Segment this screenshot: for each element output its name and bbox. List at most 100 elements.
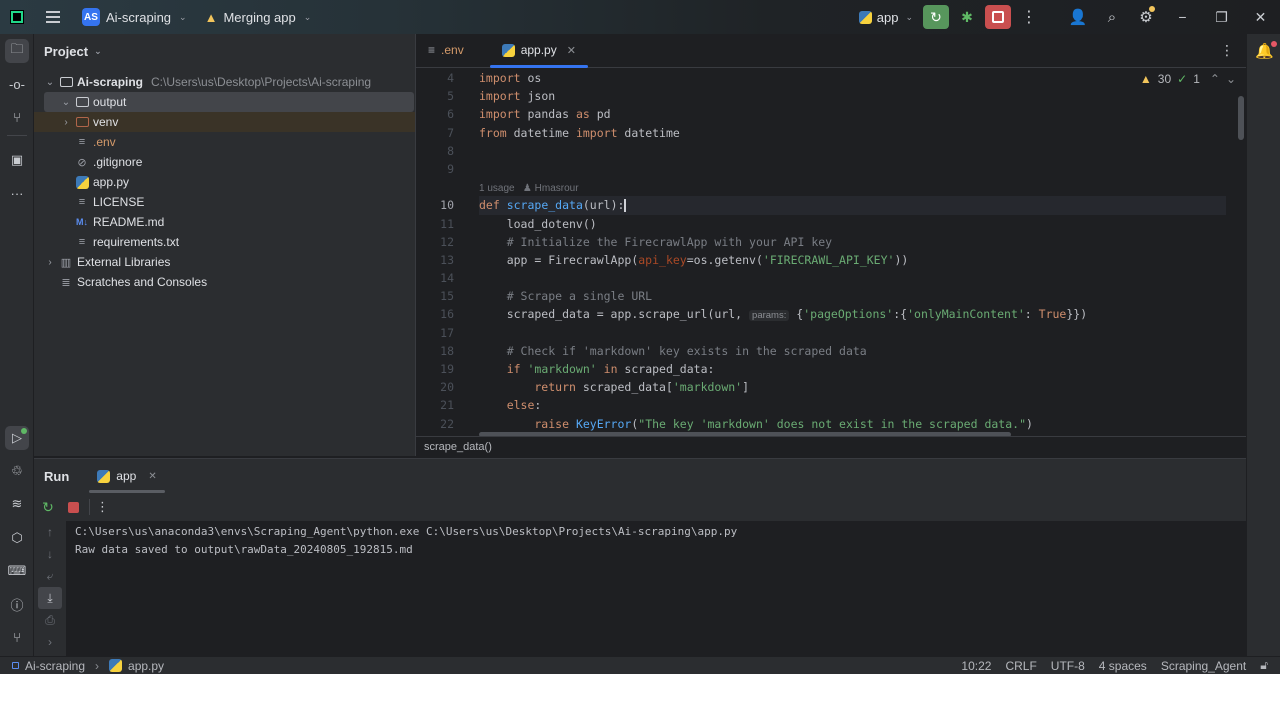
line-number: 14	[440, 271, 454, 286]
title-bar-actions: app ⌄ ↻ ✱ ⋮ 👤 ⌕ ⚙ − ❐ ✕	[858, 0, 1280, 34]
line-number: 20	[440, 380, 454, 395]
python-interpreter[interactable]: Scraping_Agent	[1161, 659, 1246, 673]
tree-item-app-py[interactable]: app.py	[34, 172, 415, 192]
problems-icon[interactable]: ⓘ	[5, 592, 29, 616]
line-number: 11	[440, 216, 454, 231]
commit-icon[interactable]: -o-	[5, 72, 29, 96]
status-project[interactable]: Ai-scraping	[25, 659, 85, 673]
print-icon[interactable]: ⎙	[38, 609, 62, 631]
project-panel-header[interactable]: Project ⌄	[34, 34, 415, 68]
main-menu-icon[interactable]	[46, 11, 60, 23]
tab-actions-icon[interactable]: ⋮	[1220, 42, 1234, 59]
tree-item-license[interactable]: ≡ LICENSE	[34, 192, 415, 212]
tree-item-venv[interactable]: › venv	[34, 112, 415, 132]
tree-item-env[interactable]: ≡ .env	[34, 132, 415, 152]
git-icon[interactable]: ⑂	[5, 625, 29, 649]
tree-item-external-libraries[interactable]: › ▥ External Libraries	[34, 252, 415, 272]
expand-icon[interactable]: ›	[38, 631, 62, 653]
close-window-button[interactable]: ✕	[1241, 9, 1280, 26]
tree-item-readme[interactable]: M↓ README.md	[34, 212, 415, 232]
code-editor[interactable]: import os import json import pandas as pd f…	[479, 69, 1226, 436]
vcs-widget[interactable]: ▲ Merging app ⌄	[205, 10, 312, 25]
project-switcher[interactable]: AS Ai-scraping ⌄	[82, 8, 187, 26]
chevron-right-icon: ›	[95, 658, 100, 673]
project-badge: AS	[82, 8, 100, 26]
run-tool-icon[interactable]: ▷	[5, 426, 29, 450]
tree-label: Scratches and Consoles	[77, 275, 208, 289]
next-highlight-icon[interactable]: ⌄	[1226, 72, 1236, 86]
bug-icon: ✱	[961, 8, 973, 25]
code-line: scraped_data = app.scrape_url(url, param…	[479, 307, 1088, 322]
close-tab-icon[interactable]: ✕	[148, 471, 156, 482]
python-console-icon[interactable]: ♲	[5, 459, 29, 483]
status-file[interactable]: app.py	[128, 659, 164, 673]
tree-item-requirements[interactable]: ≡ requirements.txt	[34, 232, 415, 252]
project-name: Ai-scraping	[106, 9, 172, 25]
read-only-lock-icon[interactable]: 🔓︎	[1260, 658, 1268, 673]
tree-item-scratches[interactable]: ≣ Scratches and Consoles	[34, 272, 415, 292]
more-actions-icon[interactable]: ⋮	[96, 499, 109, 515]
rerun-icon: ↻	[930, 8, 942, 25]
search-icon[interactable]: ⌕	[1095, 9, 1129, 26]
chevron-down-icon: ⌄	[45, 76, 55, 88]
stop-icon	[992, 11, 1004, 23]
text-file-icon: ≡	[78, 196, 86, 208]
scroll-up-icon[interactable]: ↑	[38, 521, 62, 543]
debug-button[interactable]: ✱	[955, 9, 979, 26]
vertical-scrollbar[interactable]	[1238, 96, 1244, 140]
python-icon	[501, 43, 515, 57]
line-separator[interactable]: CRLF	[1005, 659, 1036, 673]
settings-gear-icon[interactable]: ⚙	[1129, 6, 1163, 26]
project-folder-icon[interactable]: 🗀	[5, 39, 29, 63]
caret-position[interactable]: 10:22	[961, 659, 991, 673]
soft-wrap-icon[interactable]: ⤶	[38, 565, 62, 587]
rerun-button[interactable]: ↻	[923, 5, 949, 29]
more-actions-icon[interactable]: ⋮	[1019, 7, 1039, 27]
tab-env[interactable]: ≡ .env	[416, 33, 476, 67]
line-number: 17	[440, 325, 454, 340]
console-output[interactable]: C:\Users\us\anaconda3\envs\Scraping_Agen…	[66, 521, 1246, 656]
stop-button[interactable]	[985, 5, 1011, 29]
run-config-selector[interactable]: app ⌄	[858, 10, 913, 25]
rerun-icon[interactable]: ↻	[38, 499, 58, 516]
status-breadcrumb: Ai-scraping › app.py	[0, 659, 164, 673]
tree-item-gitignore[interactable]: ⊘ .gitignore	[34, 152, 415, 172]
line-number: 19	[440, 362, 454, 376]
notifications-bell-icon[interactable]: 🔔	[1255, 41, 1277, 60]
services-icon[interactable]: ⬡	[5, 526, 29, 550]
code-breadcrumb[interactable]: scrape_data()	[416, 436, 1246, 456]
pull-requests-icon[interactable]: ⑂	[5, 105, 29, 129]
code-line: return scraped_data['markdown']	[479, 380, 750, 395]
structure-icon[interactable]: ▣	[5, 148, 29, 172]
breadcrumb-function[interactable]: scrape_data()	[424, 441, 492, 453]
line-number: 22	[440, 416, 454, 431]
tab-app-py[interactable]: app.py ✕	[489, 33, 589, 68]
scroll-to-end-icon[interactable]: ⤓	[38, 587, 62, 609]
restore-button[interactable]: ❐	[1202, 9, 1241, 26]
scroll-down-icon[interactable]: ↓	[38, 543, 62, 565]
tree-item-root[interactable]: ⌄ Ai-scraping C:\Users\us\Desktop\Projec…	[34, 72, 415, 92]
stop-icon[interactable]	[68, 501, 79, 513]
tree-item-output[interactable]: ⌄ output	[44, 92, 414, 112]
more-tools-icon[interactable]: ···	[5, 181, 29, 205]
ide-window: AS Ai-scraping ⌄ ▲ Merging app ⌄ app ⌄ ↻…	[0, 0, 1280, 674]
terminal-icon[interactable]: ⌨	[5, 559, 29, 583]
run-tab-app[interactable]: app ✕	[89, 459, 166, 493]
right-tool-strip: 🔔	[1246, 34, 1280, 656]
minimize-button[interactable]: −	[1163, 9, 1202, 25]
tab-label: app.py	[520, 43, 557, 57]
code-line: load_dotenv()	[479, 216, 597, 231]
add-user-icon[interactable]: 👤	[1061, 8, 1095, 26]
close-tab-icon[interactable]: ✕	[567, 44, 576, 57]
file-encoding[interactable]: UTF-8	[1051, 659, 1085, 673]
vcs-label: Merging app	[223, 9, 296, 25]
indent-setting[interactable]: 4 spaces	[1099, 659, 1147, 673]
code-line: import pandas as pd	[479, 107, 611, 122]
code-line: def scrape_data(url):	[479, 196, 1226, 215]
console-line: Raw data saved to output\rawData_2024080…	[75, 543, 413, 556]
line-gutter: 4 5 6 7 8 9 10 11 12 13 14 15 16 17 18 1…	[416, 69, 464, 436]
layers-icon[interactable]: ≋	[5, 492, 29, 516]
